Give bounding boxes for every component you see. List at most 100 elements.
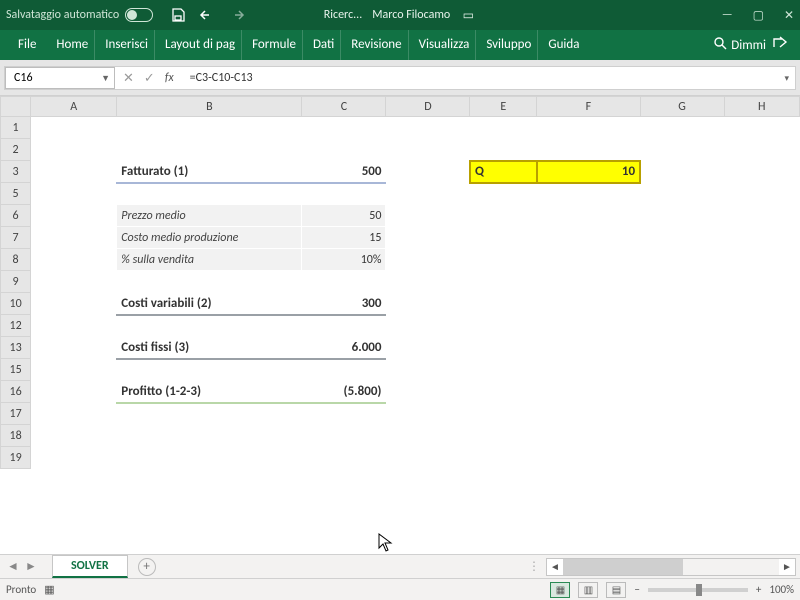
name-box[interactable]: C16 ▼	[5, 67, 115, 89]
quick-access-toolbar	[171, 8, 245, 22]
tell-me-label: Dimmi	[731, 38, 766, 53]
row-header[interactable]: 9	[1, 271, 31, 293]
accept-formula-icon[interactable]: ✓	[144, 71, 155, 86]
row-header[interactable]: 5	[1, 183, 31, 205]
title-center: Ricerc... Marco Filocamo ▭	[324, 8, 477, 23]
chevron-down-icon: ▼	[101, 73, 110, 84]
status-bar: Pronto ▦ ▦ ▥ ▤ − + 100%	[0, 578, 800, 600]
title-bar: Salvataggio automatico Ricerc... Marco F…	[0, 0, 800, 30]
cell-b6[interactable]: Prezzo medio	[117, 205, 302, 227]
zoom-in-button[interactable]: +	[756, 583, 761, 596]
cell-b13[interactable]: Costi fissi (3)	[117, 337, 302, 359]
cell-e3[interactable]: Q	[470, 161, 537, 183]
tab-developer[interactable]: Sviluppo	[480, 30, 538, 60]
user-name: Marco Filocamo	[372, 8, 450, 23]
cell-c7[interactable]: 15	[302, 227, 386, 249]
sheet-tab-bar: ◄► SOLVER + ⋮ ◄ ►	[0, 554, 800, 578]
row-header[interactable]: 7	[1, 227, 31, 249]
name-box-value: C16	[14, 71, 33, 85]
close-icon[interactable]: ✕	[784, 8, 794, 23]
minimize-icon[interactable]: —	[722, 8, 733, 23]
zoom-slider[interactable]	[648, 588, 748, 592]
toggle-off-icon	[125, 8, 153, 22]
row-header[interactable]: 12	[1, 315, 31, 337]
horizontal-scrollbar[interactable]: ◄ ►	[546, 558, 796, 576]
cell-c3[interactable]: 500	[302, 161, 386, 183]
expand-formula-icon[interactable]: ▾	[778, 73, 795, 84]
cell-c13[interactable]: 6.000	[302, 337, 386, 359]
formula-bar-area: C16 ▼ ✕ ✓ fx =C3-C10-C13 ▾	[0, 60, 800, 90]
fx-icon[interactable]: fx	[165, 71, 174, 85]
scroll-left-icon[interactable]: ◄	[547, 560, 563, 573]
cell-b3[interactable]: Fatturato (1)	[117, 161, 302, 183]
cell-b10[interactable]: Costi variabili (2)	[117, 293, 302, 315]
window-controls: — ▢ ✕	[722, 8, 794, 23]
document-name: Ricerc...	[324, 8, 362, 23]
maximize-icon[interactable]: ▢	[753, 8, 764, 23]
view-page-layout-icon[interactable]: ▥	[578, 582, 598, 598]
ribbon: File Home Inserisci Layout di pag Formul…	[0, 30, 800, 60]
row-header[interactable]: 3	[1, 161, 31, 183]
macro-record-icon[interactable]: ▦	[44, 583, 54, 596]
select-all-corner[interactable]	[1, 97, 31, 117]
tell-me-search[interactable]: Dimmi	[713, 36, 766, 54]
row-header[interactable]: 1	[1, 117, 31, 139]
formula-input[interactable]: =C3-C10-C13	[182, 71, 779, 85]
cell-b7[interactable]: Costo medio produzione	[117, 227, 302, 249]
sheet-nav[interactable]: ◄►	[0, 559, 44, 574]
tab-home[interactable]: Home	[50, 30, 95, 60]
search-icon	[713, 36, 727, 54]
col-header-h[interactable]: H	[724, 97, 799, 117]
col-header-e[interactable]: E	[470, 97, 537, 117]
scroll-right-icon[interactable]: ►	[779, 560, 795, 573]
user-icon: ▭	[460, 8, 476, 23]
worksheet-grid[interactable]: A B C D E F G H 1 2 3 Fatturato (1) 500 …	[0, 96, 800, 546]
row-header[interactable]: 2	[1, 139, 31, 161]
tab-view[interactable]: Visualizza	[413, 30, 477, 60]
row-header[interactable]: 18	[1, 425, 31, 447]
cell-c16[interactable]: (5.800)	[302, 381, 386, 403]
tab-file[interactable]: File	[12, 30, 46, 60]
add-sheet-button[interactable]: +	[138, 558, 156, 576]
cell-c6[interactable]: 50	[302, 205, 386, 227]
row-header[interactable]: 10	[1, 293, 31, 315]
row-header[interactable]: 13	[1, 337, 31, 359]
row-header[interactable]: 8	[1, 249, 31, 271]
save-icon[interactable]	[171, 8, 185, 22]
tab-help[interactable]: Guida	[542, 30, 585, 60]
tab-insert[interactable]: Inserisci	[99, 30, 155, 60]
undo-icon[interactable]	[199, 8, 215, 22]
cell-c10[interactable]: 300	[302, 293, 386, 315]
cell-b8[interactable]: % sulla vendita	[117, 249, 302, 271]
cancel-formula-icon[interactable]: ✕	[123, 71, 134, 86]
cell-b16[interactable]: Profitto (1-2-3)	[117, 381, 302, 403]
col-header-f[interactable]: F	[537, 97, 640, 117]
zoom-level[interactable]: 100%	[769, 583, 794, 596]
col-header-a[interactable]: A	[31, 97, 117, 117]
col-header-g[interactable]: G	[640, 97, 724, 117]
zoom-out-button[interactable]: −	[634, 583, 639, 596]
col-header-d[interactable]: D	[386, 97, 470, 117]
tab-layout[interactable]: Layout di pag	[159, 30, 242, 60]
view-page-break-icon[interactable]: ▤	[606, 582, 626, 598]
redo-icon[interactable]	[229, 8, 245, 22]
tab-review[interactable]: Revisione	[345, 30, 408, 60]
row-header[interactable]: 15	[1, 359, 31, 381]
autosave-toggle[interactable]: Salvataggio automatico	[6, 8, 153, 22]
tab-data[interactable]: Dati	[307, 30, 341, 60]
row-header[interactable]: 19	[1, 447, 31, 469]
formula-buttons: ✕ ✓ fx	[115, 71, 182, 86]
row-header[interactable]: 6	[1, 205, 31, 227]
view-normal-icon[interactable]: ▦	[550, 582, 570, 598]
tab-formulas[interactable]: Formule	[246, 30, 303, 60]
status-ready: Pronto	[6, 583, 36, 596]
autosave-label: Salvataggio automatico	[6, 8, 119, 22]
row-header[interactable]: 16	[1, 381, 31, 403]
cell-c8[interactable]: 10%	[302, 249, 386, 271]
sheet-tab-solver[interactable]: SOLVER	[52, 555, 128, 578]
col-header-b[interactable]: B	[117, 97, 302, 117]
col-header-c[interactable]: C	[302, 97, 386, 117]
row-header[interactable]: 17	[1, 403, 31, 425]
cell-f3[interactable]: 10	[537, 161, 640, 183]
share-icon[interactable]	[772, 36, 788, 54]
